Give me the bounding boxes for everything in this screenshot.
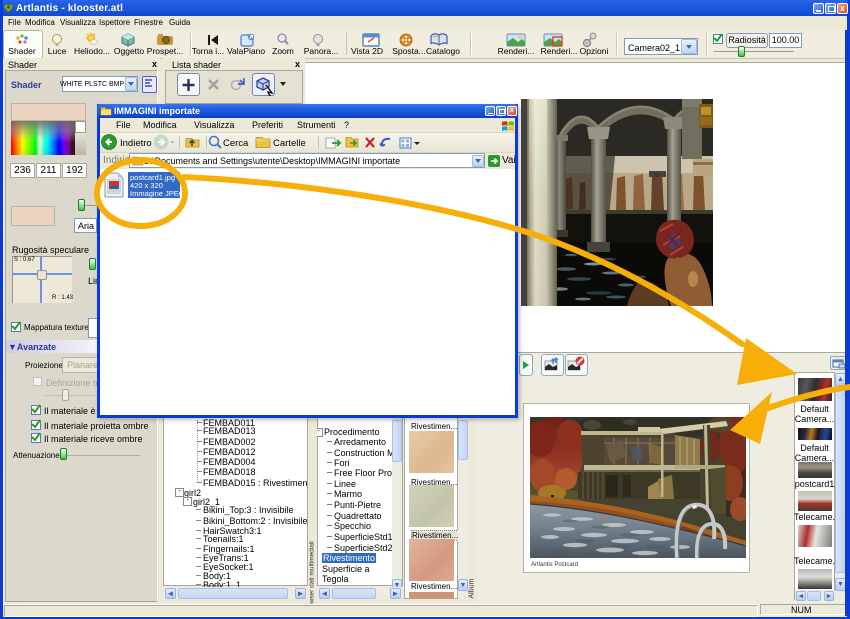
svg-text:Indietro: Indietro [120,138,152,149]
svg-text:Cerca: Cerca [223,138,249,149]
svg-text:Cartelle: Cartelle [273,138,306,149]
